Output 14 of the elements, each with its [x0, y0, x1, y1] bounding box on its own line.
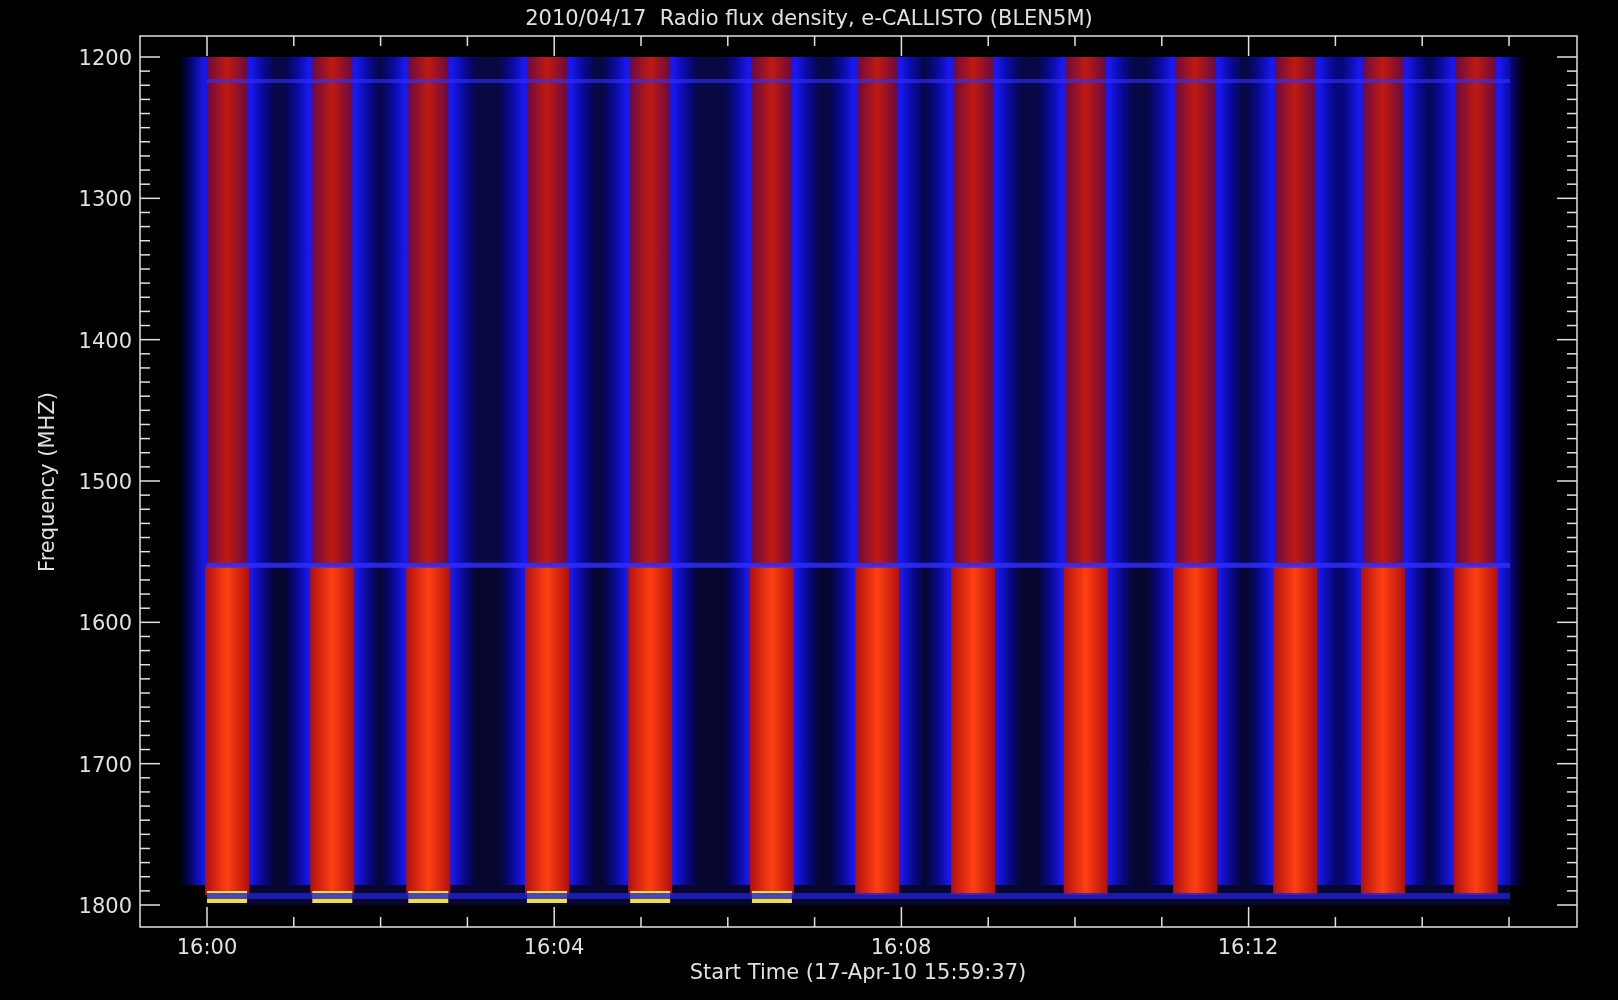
- axis-label: Start Time (17-Apr-10 15:59:37): [689, 960, 1027, 984]
- tick-label: 16:00: [176, 935, 238, 959]
- tick-label: 1300: [78, 187, 132, 212]
- tick-label: 16:08: [870, 935, 932, 959]
- tick-label: 1500: [78, 470, 132, 494]
- tick-label: 1700: [78, 752, 132, 777]
- tick-label: 1200: [78, 46, 132, 70]
- chart-title: 2010/04/17 Radio flux density, e-CALLISTO (BLEN5M): [525, 6, 1093, 30]
- axis-label: Frequency (MHZ): [35, 392, 59, 572]
- tick-label: 1400: [78, 328, 132, 353]
- tick-label: 16:04: [523, 935, 585, 959]
- tick-label: 1600: [78, 611, 132, 636]
- tick-label: 16:12: [1217, 935, 1279, 959]
- tick-label: 1800: [78, 894, 132, 918]
